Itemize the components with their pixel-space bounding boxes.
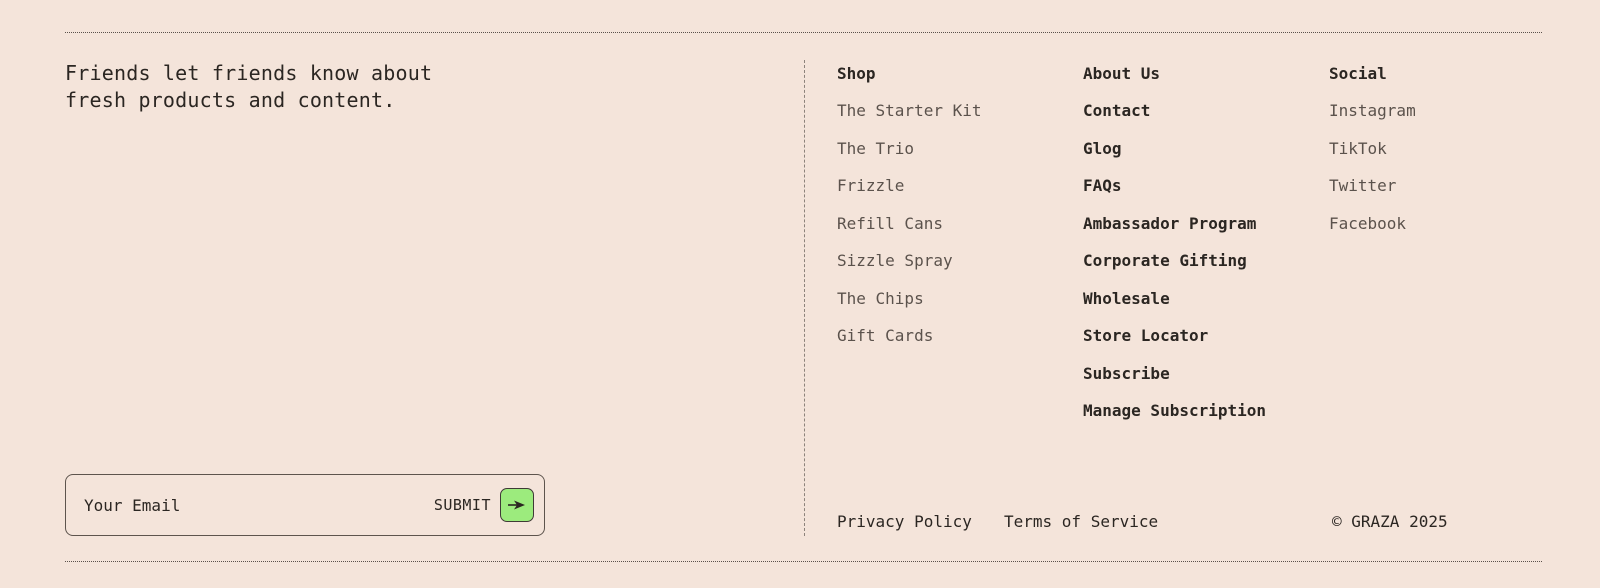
newsletter-form: SUBMIT: [65, 474, 545, 536]
copyright-text: © GRAZA 2025: [1332, 512, 1448, 531]
submit-button[interactable]: [500, 488, 534, 522]
column-divider: [804, 60, 805, 536]
privacy-policy-link[interactable]: Privacy Policy: [837, 510, 972, 534]
about-link-wholesale[interactable]: Wholesale: [1083, 285, 1266, 323]
about-column: About Us Contact Glog FAQs Ambassador Pr…: [1083, 60, 1266, 435]
email-input[interactable]: [84, 495, 434, 515]
shop-link-refill-cans[interactable]: Refill Cans: [837, 210, 982, 248]
shop-link-sizzle-spray[interactable]: Sizzle Spray: [837, 247, 982, 285]
about-link-ambassador[interactable]: Ambassador Program: [1083, 210, 1266, 248]
about-link-subscribe[interactable]: Subscribe: [1083, 360, 1266, 398]
about-link-glog[interactable]: Glog: [1083, 135, 1266, 173]
arrow-right-icon: [508, 500, 525, 510]
social-link-facebook[interactable]: Facebook: [1329, 210, 1416, 248]
top-divider: [65, 32, 1542, 33]
tagline-line-1: Friends let friends know about: [65, 61, 433, 85]
social-link-tiktok[interactable]: TikTok: [1329, 135, 1416, 173]
social-heading: Social: [1329, 64, 1387, 83]
social-link-instagram[interactable]: Instagram: [1329, 97, 1416, 135]
submit-label[interactable]: SUBMIT: [434, 496, 491, 514]
newsletter-tagline: Friends let friends know about fresh pro…: [65, 60, 485, 114]
shop-link-frizzle[interactable]: Frizzle: [837, 172, 982, 210]
social-link-twitter[interactable]: Twitter: [1329, 172, 1416, 210]
shop-link-chips[interactable]: The Chips: [837, 285, 982, 323]
terms-of-service-link[interactable]: Terms of Service: [1004, 510, 1158, 534]
site-footer: Friends let friends know about fresh pro…: [0, 0, 1600, 588]
shop-column: Shop The Starter Kit The Trio Frizzle Re…: [837, 60, 982, 360]
shop-link-gift-cards[interactable]: Gift Cards: [837, 322, 982, 360]
shop-heading: Shop: [837, 64, 876, 83]
about-heading[interactable]: About Us: [1083, 60, 1266, 87]
about-link-store-locator[interactable]: Store Locator: [1083, 322, 1266, 360]
shop-link-starter-kit[interactable]: The Starter Kit: [837, 97, 982, 135]
about-link-manage-subscription[interactable]: Manage Subscription: [1083, 397, 1266, 435]
about-link-corporate-gifting[interactable]: Corporate Gifting: [1083, 247, 1266, 285]
social-column: Social Instagram TikTok Twitter Facebook: [1329, 60, 1416, 247]
bottom-divider: [65, 561, 1542, 562]
about-link-faqs[interactable]: FAQs: [1083, 172, 1266, 210]
shop-link-trio[interactable]: The Trio: [837, 135, 982, 173]
about-link-contact[interactable]: Contact: [1083, 97, 1266, 135]
tagline-line-2: fresh products and content.: [65, 88, 396, 112]
